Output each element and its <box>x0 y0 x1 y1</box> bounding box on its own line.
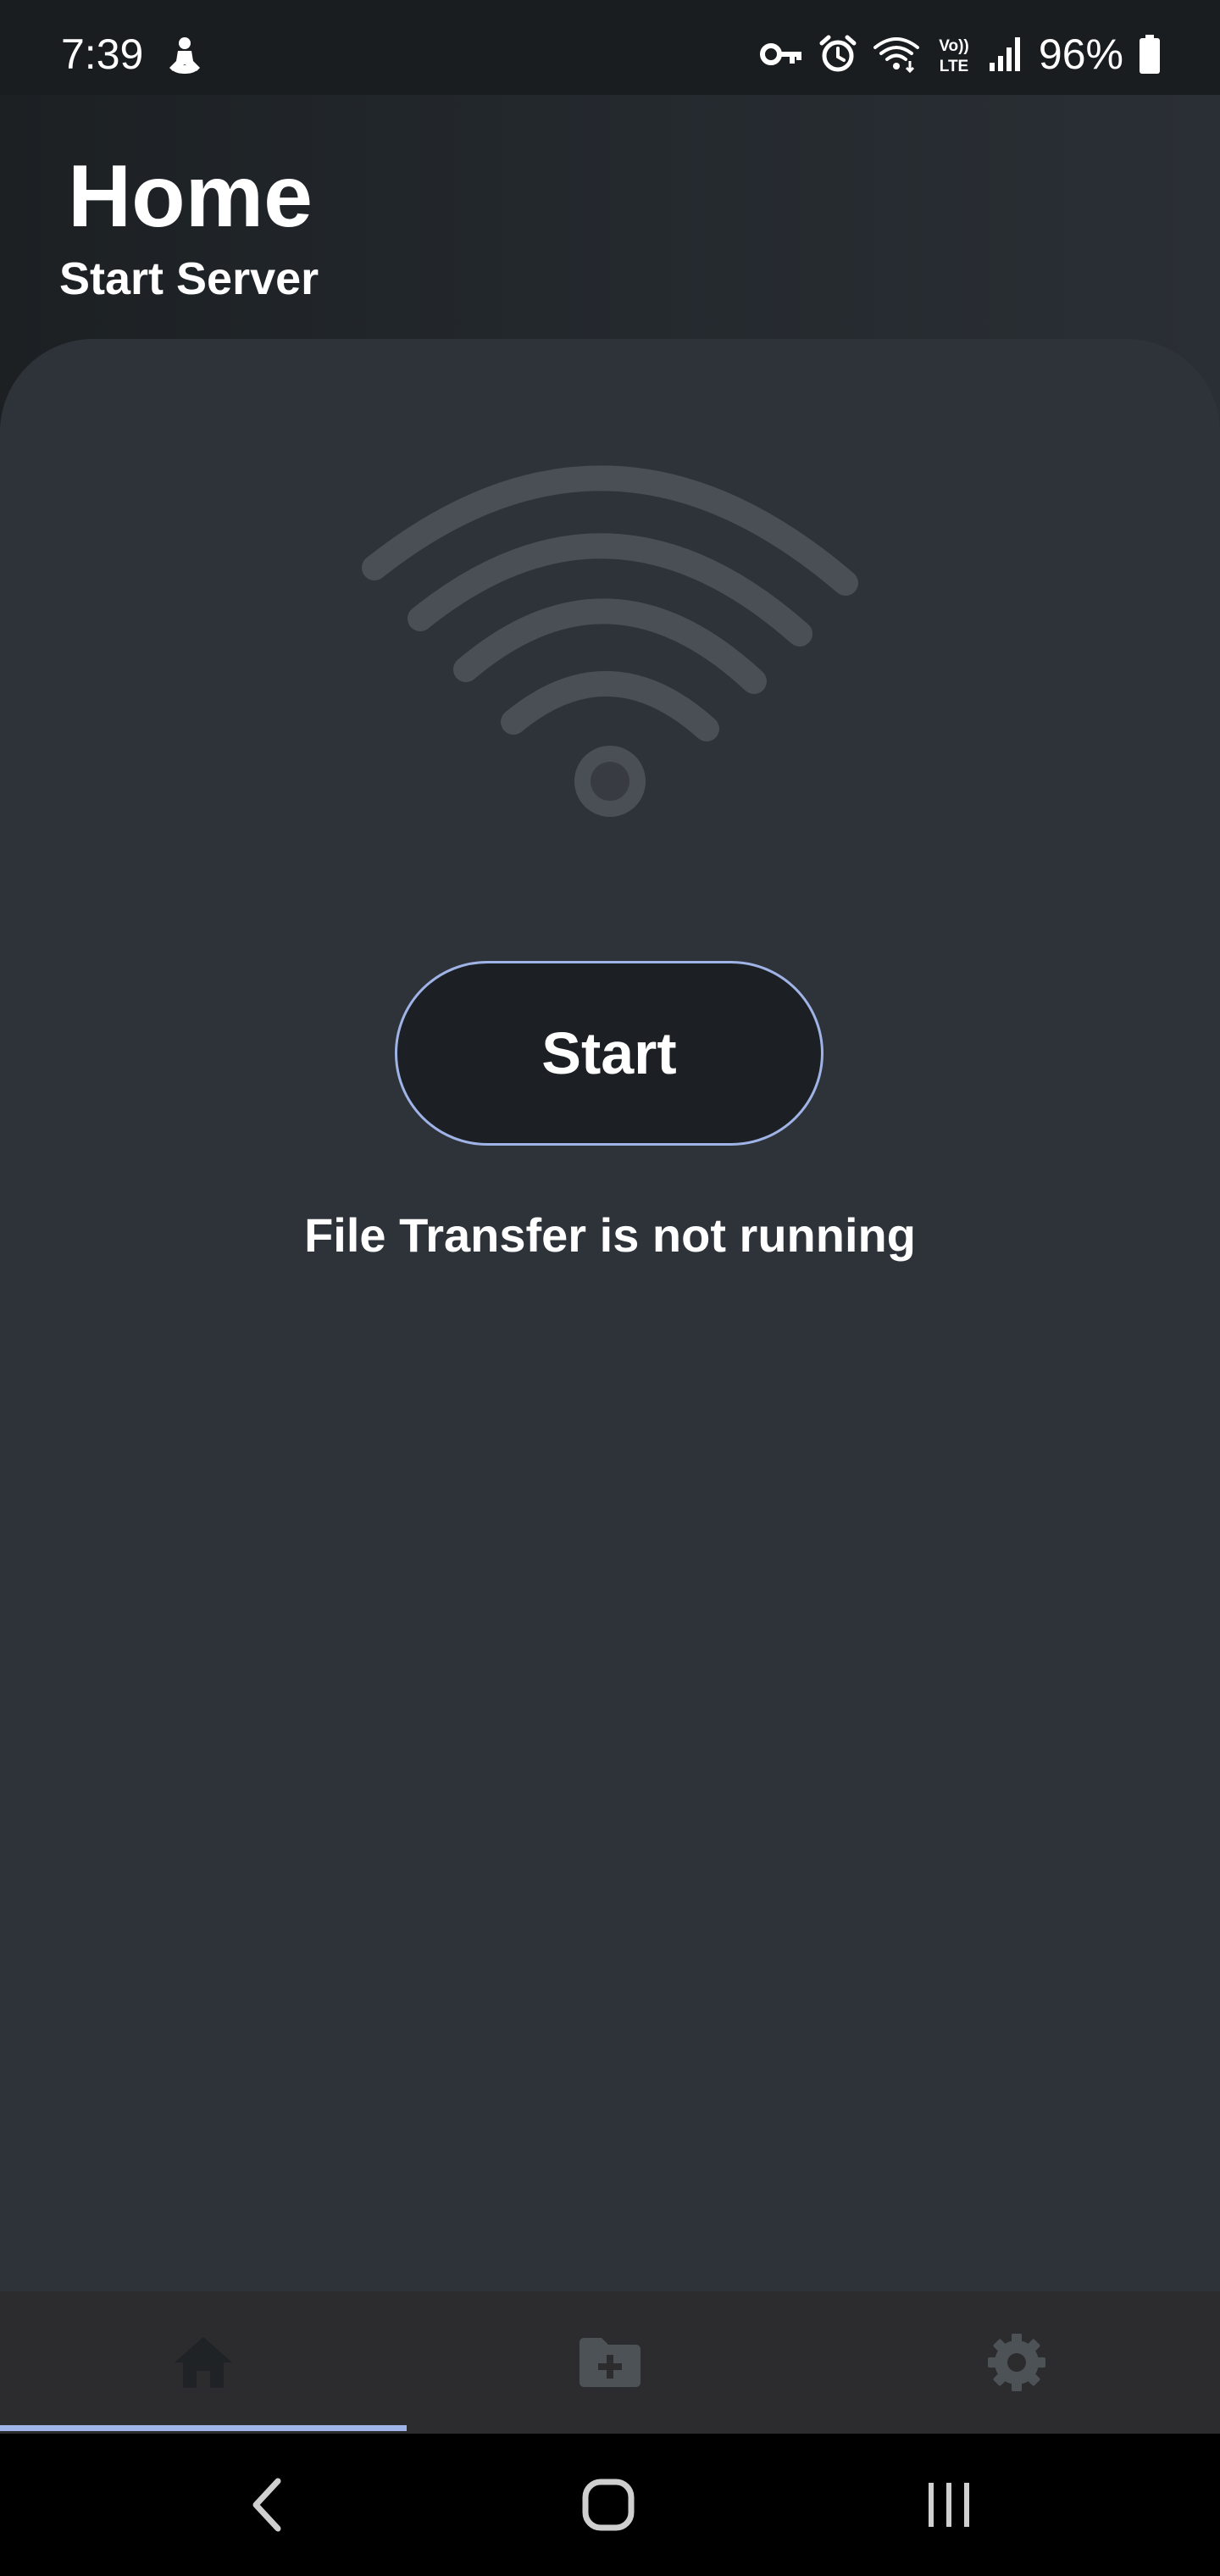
start-button[interactable]: Start <box>395 961 824 1146</box>
cell-signal-icon <box>989 37 1020 71</box>
system-back-button[interactable] <box>181 2434 351 2576</box>
system-nav-bar <box>0 2434 1220 2576</box>
system-home-button[interactable] <box>524 2434 693 2576</box>
server-status-text: File Transfer is not running <box>304 1208 916 1262</box>
vpn-key-icon <box>759 43 801 65</box>
tab-settings[interactable] <box>813 2291 1220 2434</box>
status-time: 7:39 <box>61 31 144 78</box>
active-tab-indicator <box>0 2425 407 2431</box>
home-button-icon <box>582 2479 635 2531</box>
tab-add-folder[interactable] <box>407 2291 813 2434</box>
page-subtitle: Start Server <box>59 253 319 304</box>
battery-percent: 96% <box>1038 31 1123 78</box>
person-notification-icon <box>169 37 200 74</box>
bottom-nav <box>0 2291 1220 2434</box>
folder-add-icon <box>580 2338 640 2387</box>
status-icons: Vo)) LTE 96% <box>759 29 1161 80</box>
volte-icon: Vo)) LTE <box>939 37 969 75</box>
wifi-icon <box>362 465 858 817</box>
status-bar: 7:39 Vo)) LTE 96% <box>0 0 1220 95</box>
back-icon <box>252 2478 281 2532</box>
page-title: Home <box>68 147 313 246</box>
recents-icon <box>929 2483 969 2527</box>
home-icon <box>175 2337 232 2388</box>
tab-home[interactable] <box>0 2291 407 2434</box>
screen: 7:39 Vo)) LTE 96% Home Start Server Star… <box>0 0 1220 2576</box>
wifi-icon <box>873 37 919 73</box>
alarm-icon <box>819 35 857 72</box>
svg-text:Vo)): Vo)) <box>939 37 969 55</box>
system-recents-button[interactable] <box>864 2434 1034 2576</box>
battery-icon <box>1140 35 1160 74</box>
gear-icon <box>988 2334 1045 2391</box>
svg-text:LTE: LTE <box>940 58 968 75</box>
